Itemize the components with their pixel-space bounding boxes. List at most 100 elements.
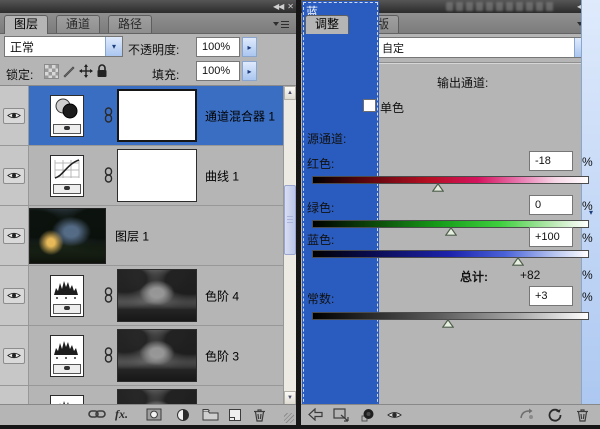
lock-label: 锁定:: [6, 66, 33, 83]
visibility-eye-icon[interactable]: [3, 168, 25, 184]
layer-mask-thumbnail[interactable]: [117, 329, 197, 382]
delete-adjustment-icon[interactable]: [576, 408, 589, 422]
blue-value-input[interactable]: +100: [529, 227, 573, 247]
layer-row-partial[interactable]: [0, 386, 296, 405]
lock-position-icon[interactable]: [79, 64, 93, 78]
mask-link-icon[interactable]: [104, 347, 113, 363]
delete-layer-icon[interactable]: [253, 408, 266, 422]
curves-icon[interactable]: [50, 155, 84, 197]
clip-to-layer-icon[interactable]: [361, 408, 374, 422]
fill-input[interactable]: 100%: [196, 61, 240, 81]
layer-mask-thumbnail[interactable]: [117, 149, 197, 202]
layer-row-levels-3[interactable]: 色阶 3: [0, 326, 296, 386]
layer-name[interactable]: 通道混合器 1: [205, 107, 275, 124]
return-to-adjustment-list-icon[interactable]: [307, 408, 324, 421]
layer-style-icon[interactable]: fx.: [115, 407, 128, 422]
visibility-eye-icon[interactable]: [3, 108, 25, 124]
layer-mask-thumbnail[interactable]: [117, 89, 197, 142]
new-group-icon[interactable]: [202, 408, 219, 421]
tab-channels[interactable]: 通道: [56, 15, 100, 33]
source-channels-label: 源通道:: [307, 130, 346, 147]
toggle-layer-visibility-icon[interactable]: [387, 410, 402, 420]
layers-toolbar: fx.: [0, 404, 296, 425]
close-panel-icon[interactable]: ✕: [287, 1, 293, 12]
new-adjustment-layer-icon[interactable]: [176, 408, 190, 422]
layers-panel-titlebar: ◀◀ ✕: [0, 0, 296, 14]
view-previous-state-icon[interactable]: [519, 408, 535, 421]
mask-link-icon[interactable]: [104, 287, 113, 303]
percent-sign: %: [582, 155, 593, 169]
green-label: 绿色:: [307, 199, 334, 216]
adjustments-tabstrip: 调整 蒙版: [301, 13, 600, 34]
layer-mask-thumbnail[interactable]: [117, 269, 197, 322]
layer-row-image[interactable]: 图层 1: [0, 206, 296, 266]
constant-slider-thumb[interactable]: [442, 319, 454, 328]
switch-panel-view-icon[interactable]: [333, 408, 350, 422]
chevron-down-icon[interactable]: ▾: [105, 37, 122, 56]
collapse-panel-icon[interactable]: ◀◀: [273, 1, 283, 12]
red-slider[interactable]: [312, 176, 589, 196]
output-channel-label: 输出通道:: [437, 74, 488, 91]
opacity-label: 不透明度:: [128, 41, 179, 58]
link-layers-icon[interactable]: [88, 408, 106, 420]
layer-row-channel-mixer[interactable]: 通道混合器 1: [0, 86, 296, 146]
blue-slider-thumb[interactable]: [512, 257, 524, 266]
scrollbar-thumb[interactable]: [284, 185, 296, 255]
percent-sign: %: [582, 268, 593, 282]
red-label: 红色:: [307, 155, 334, 172]
layer-thumbnail[interactable]: [29, 208, 106, 264]
percent-sign: %: [582, 290, 593, 304]
adjustments-panel: ◀◀ ✕ 调整 蒙版 通道混和器 自定 ▾ 输出通道: 蓝 ▾ 单色 源通道: …: [301, 0, 600, 424]
lock-transparent-pixels-icon[interactable]: [44, 64, 59, 79]
layer-list: 通道混合器 1 曲线 1 图层 1: [0, 85, 296, 405]
layers-scrollbar[interactable]: ▲ ▼: [283, 86, 296, 405]
constant-label: 常数:: [307, 290, 334, 307]
visibility-eye-icon[interactable]: [3, 228, 25, 244]
constant-value-input[interactable]: +3: [529, 286, 573, 306]
layer-name[interactable]: 图层 1: [115, 227, 149, 244]
scroll-up-icon[interactable]: ▲: [284, 86, 296, 100]
layers-panel: ◀◀ ✕ 图层 通道 路径 正常 ▾ 不透明度: 100% ▸ 锁定: 填充: …: [0, 0, 296, 424]
monochrome-checkbox[interactable]: [363, 99, 376, 112]
fill-spinner-icon[interactable]: ▸: [242, 61, 257, 81]
blend-mode-select[interactable]: 正常 ▾: [4, 36, 123, 57]
new-layer-icon[interactable]: [228, 408, 242, 422]
opacity-spinner-icon[interactable]: ▸: [242, 37, 257, 57]
layer-mask-thumbnail[interactable]: [117, 389, 197, 405]
green-slider-thumb[interactable]: [445, 227, 457, 236]
levels-icon[interactable]: [50, 275, 84, 317]
mask-link-icon[interactable]: [104, 167, 113, 183]
layer-row-levels-4[interactable]: 色阶 4: [0, 266, 296, 326]
fill-label: 填充:: [152, 66, 179, 83]
layer-name[interactable]: 曲线 1: [205, 167, 239, 184]
tab-paths[interactable]: 路径: [108, 15, 152, 33]
channel-mixer-icon[interactable]: [50, 95, 84, 137]
blue-label: 蓝色:: [307, 231, 334, 248]
layer-row-curves[interactable]: 曲线 1: [0, 146, 296, 206]
scroll-down-icon[interactable]: ▼: [284, 391, 296, 405]
visibility-eye-icon[interactable]: [3, 348, 25, 364]
blue-slider[interactable]: [312, 250, 589, 270]
adjustments-toolbar: [301, 404, 600, 425]
layers-tabstrip: 图层 通道 路径: [0, 13, 296, 34]
lock-all-icon[interactable]: [96, 64, 108, 78]
visibility-eye-icon[interactable]: [3, 288, 25, 304]
layer-name[interactable]: 色阶 3: [205, 347, 239, 364]
lock-image-pixels-icon[interactable]: [62, 64, 76, 78]
red-value-input[interactable]: -18: [529, 151, 573, 171]
layer-name[interactable]: 色阶 4: [205, 287, 239, 304]
resize-grip[interactable]: [284, 413, 294, 423]
preset-select[interactable]: 自定 ▾: [376, 37, 592, 58]
constant-slider[interactable]: [312, 312, 589, 332]
mask-link-icon[interactable]: [104, 107, 113, 123]
add-layer-mask-icon[interactable]: [146, 408, 162, 421]
panel-menu-icon[interactable]: [273, 20, 289, 28]
levels-icon[interactable]: [50, 335, 84, 377]
total-value: +82: [520, 268, 540, 282]
opacity-input[interactable]: 100%: [196, 37, 240, 57]
tab-layers[interactable]: 图层: [4, 15, 48, 34]
reset-icon[interactable]: [548, 408, 562, 422]
red-slider-thumb[interactable]: [432, 183, 444, 192]
green-value-input[interactable]: 0: [529, 195, 573, 215]
tab-adjustments[interactable]: 调整: [305, 15, 349, 34]
